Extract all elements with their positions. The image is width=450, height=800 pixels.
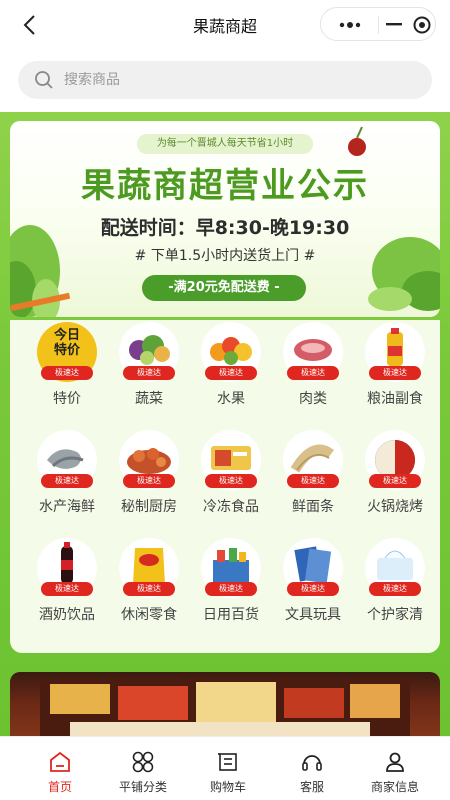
category-item-kitchen[interactable]: 极速达 秘制厨房 [109, 428, 189, 530]
category-item-fruits[interactable]: 极速达 水果 [191, 320, 271, 422]
category-item-vegetables[interactable]: 极速达 蔬菜 [109, 320, 189, 422]
category-label: 火锅烧烤 [367, 499, 423, 515]
category-item-stationery[interactable]: 极速达 文具玩具 [273, 536, 353, 638]
tab-label: 客服 [299, 780, 324, 794]
banner-slogan: 为每一个晋城人每天节省1小时 [137, 134, 313, 154]
category-label: 冷冻食品 [203, 499, 259, 515]
category-item-special[interactable]: 今日 特价 极速达 特价 [27, 320, 107, 422]
category-label: 文具玩具 [285, 607, 341, 623]
tab-category[interactable]: 平铺分类 [98, 737, 188, 800]
minimize-icon[interactable] [379, 8, 409, 42]
tab-bar: 首页 平铺分类 购物车 客服 商家信息 [0, 736, 450, 800]
headset-icon [300, 750, 324, 774]
more-icon[interactable] [321, 8, 378, 42]
category-item-hotpot-bbq[interactable]: 极速达 火锅烧烤 [355, 428, 435, 530]
free-delivery-pill: -满20元免配送费 - [142, 275, 306, 301]
express-tag: 极速达 [123, 474, 175, 488]
category-label: 秘制厨房 [121, 499, 177, 515]
category-grid-icon [131, 750, 155, 774]
category-label: 休闲零食 [121, 607, 177, 623]
tab-label: 首页 [47, 780, 72, 794]
category-item-drinks[interactable]: 极速达 酒奶饮品 [27, 536, 107, 638]
tab-label: 商家信息 [370, 780, 419, 794]
special-badge-text: 今日 特价 [53, 328, 80, 358]
banner-title: 果蔬商超营业公示 [81, 166, 369, 206]
express-tag: 极速达 [205, 366, 257, 380]
cart-icon [216, 750, 240, 774]
tab-service[interactable]: 客服 [267, 737, 357, 800]
category-label: 特价 [53, 391, 81, 407]
delivery-hours: 配送时间：早8:30-晚19:30 [100, 217, 350, 239]
tab-label: 购物车 [209, 780, 246, 794]
express-tag: 极速达 [123, 366, 175, 380]
tab-home[interactable]: 首页 [15, 737, 105, 800]
express-tag: 极速达 [369, 582, 421, 596]
category-grid: 今日 特价 极速达 特价 极速达 蔬菜 极速达 水果 极速达 肉类 极速达 粮油… [10, 320, 440, 653]
express-tag: 极速达 [369, 366, 421, 380]
mini-program-capsule [320, 7, 436, 41]
search-icon [34, 70, 54, 90]
express-tag: 极速达 [41, 366, 93, 380]
category-item-personal-care[interactable]: 极速达 个护家清 [355, 536, 435, 638]
category-label: 个护家清 [367, 607, 423, 623]
category-label: 水果 [217, 391, 245, 407]
delivery-notice: # 下单1.5小时内送货上门 # [134, 248, 316, 264]
category-item-noodles[interactable]: 极速达 鲜面条 [273, 428, 353, 530]
category-item-seafood[interactable]: 极速达 水产海鲜 [27, 428, 107, 530]
express-tag: 极速达 [41, 582, 93, 596]
category-label: 酒奶饮品 [39, 607, 95, 623]
category-item-grain-oil[interactable]: 极速达 粮油副食 [355, 320, 435, 422]
category-item-snacks[interactable]: 极速达 休闲零食 [109, 536, 189, 638]
express-tag: 极速达 [205, 582, 257, 596]
category-label: 粮油副食 [367, 391, 423, 407]
tab-label: 平铺分类 [118, 780, 167, 794]
express-tag: 极速达 [287, 582, 339, 596]
user-icon [383, 750, 407, 774]
express-tag: 极速达 [287, 366, 339, 380]
express-tag: 极速达 [205, 474, 257, 488]
express-tag: 极速达 [123, 582, 175, 596]
category-item-meat[interactable]: 极速达 肉类 [273, 320, 353, 422]
search-bar[interactable] [18, 61, 432, 99]
home-icon [48, 750, 72, 774]
category-label: 鲜面条 [292, 499, 334, 515]
category-item-frozen[interactable]: 极速达 冷冻食品 [191, 428, 271, 530]
express-tag: 极速达 [369, 474, 421, 488]
close-target-icon[interactable] [407, 8, 437, 42]
category-label: 日用百货 [203, 607, 259, 623]
category-label: 肉类 [299, 391, 327, 407]
search-input[interactable] [64, 61, 404, 99]
nav-bar: 果蔬商超 [0, 0, 450, 50]
express-tag: 极速达 [287, 474, 339, 488]
category-item-daily-goods[interactable]: 极速达 日用百货 [191, 536, 271, 638]
category-label: 水产海鲜 [39, 499, 95, 515]
express-tag: 极速达 [41, 474, 93, 488]
tab-merchant[interactable]: 商家信息 [350, 737, 440, 800]
tab-cart[interactable]: 购物车 [183, 737, 273, 800]
category-label: 蔬菜 [135, 391, 163, 407]
